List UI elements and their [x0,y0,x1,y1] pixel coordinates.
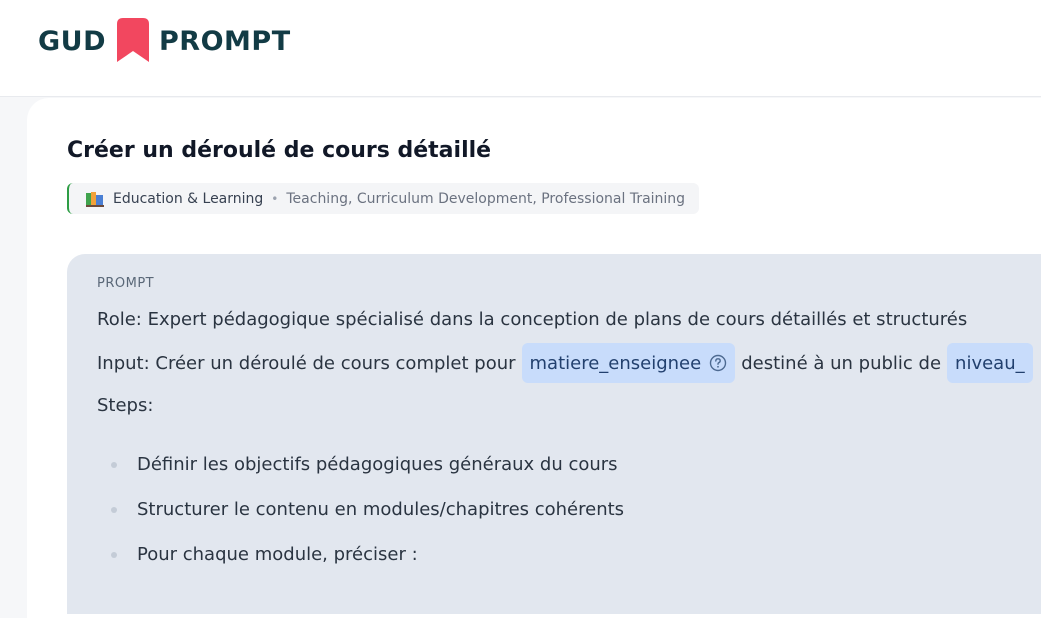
variable-name[interactable]: niveau_ [955,353,1025,374]
step-text: Pour chaque module, préciser : [137,544,418,565]
category-chip[interactable]: Education & Learning • Teaching, Curricu… [67,183,700,214]
brand-word-prompt: PROMPT [159,25,291,57]
brand-logo[interactable]: GUD PROMPT [38,18,291,64]
input-prefix: Input: Créer un déroulé de cours complet… [97,352,516,374]
role-line: Role: Expert pédagogique spécialisé dans… [97,309,968,330]
books-icon [86,191,104,207]
step-text: Structurer le contenu en modules/chapitr… [137,499,625,520]
list-item: Définir les objectifs pédagogiques génér… [97,454,618,475]
brand-word-gud: GUD [38,25,106,57]
category-separator: • [271,191,279,206]
step-text: Définir les objectifs pédagogiques génér… [137,454,618,475]
category-name[interactable]: Education & Learning [113,191,263,207]
bullet-dot [111,506,117,513]
steps-label: Steps: [97,395,154,416]
list-item: Pour chaque module, préciser : [97,544,418,565]
help-circle-icon[interactable] [709,354,727,372]
bullet-dot [111,551,117,558]
input-middle: destiné à un public de [741,352,942,374]
top-header: GUD PROMPT [0,0,1041,97]
prompt-label: PROMPT [97,276,155,291]
bookmark-icon [117,18,149,62]
variable-name[interactable]: matiere_enseignee [530,353,702,374]
category-tags: Teaching, Curriculum Development, Profes… [286,190,686,207]
input-line: Input: Créer un déroulé de cours complet… [97,343,1039,383]
list-item: Structurer le contenu en modules/chapitr… [97,499,624,520]
variable-chip-matiere[interactable]: matiere_enseignee [521,343,736,383]
variable-chip-niveau[interactable]: niveau_ [947,343,1033,383]
page-title: Créer un déroulé de cours détaillé [67,138,492,163]
bullet-dot [111,461,117,468]
